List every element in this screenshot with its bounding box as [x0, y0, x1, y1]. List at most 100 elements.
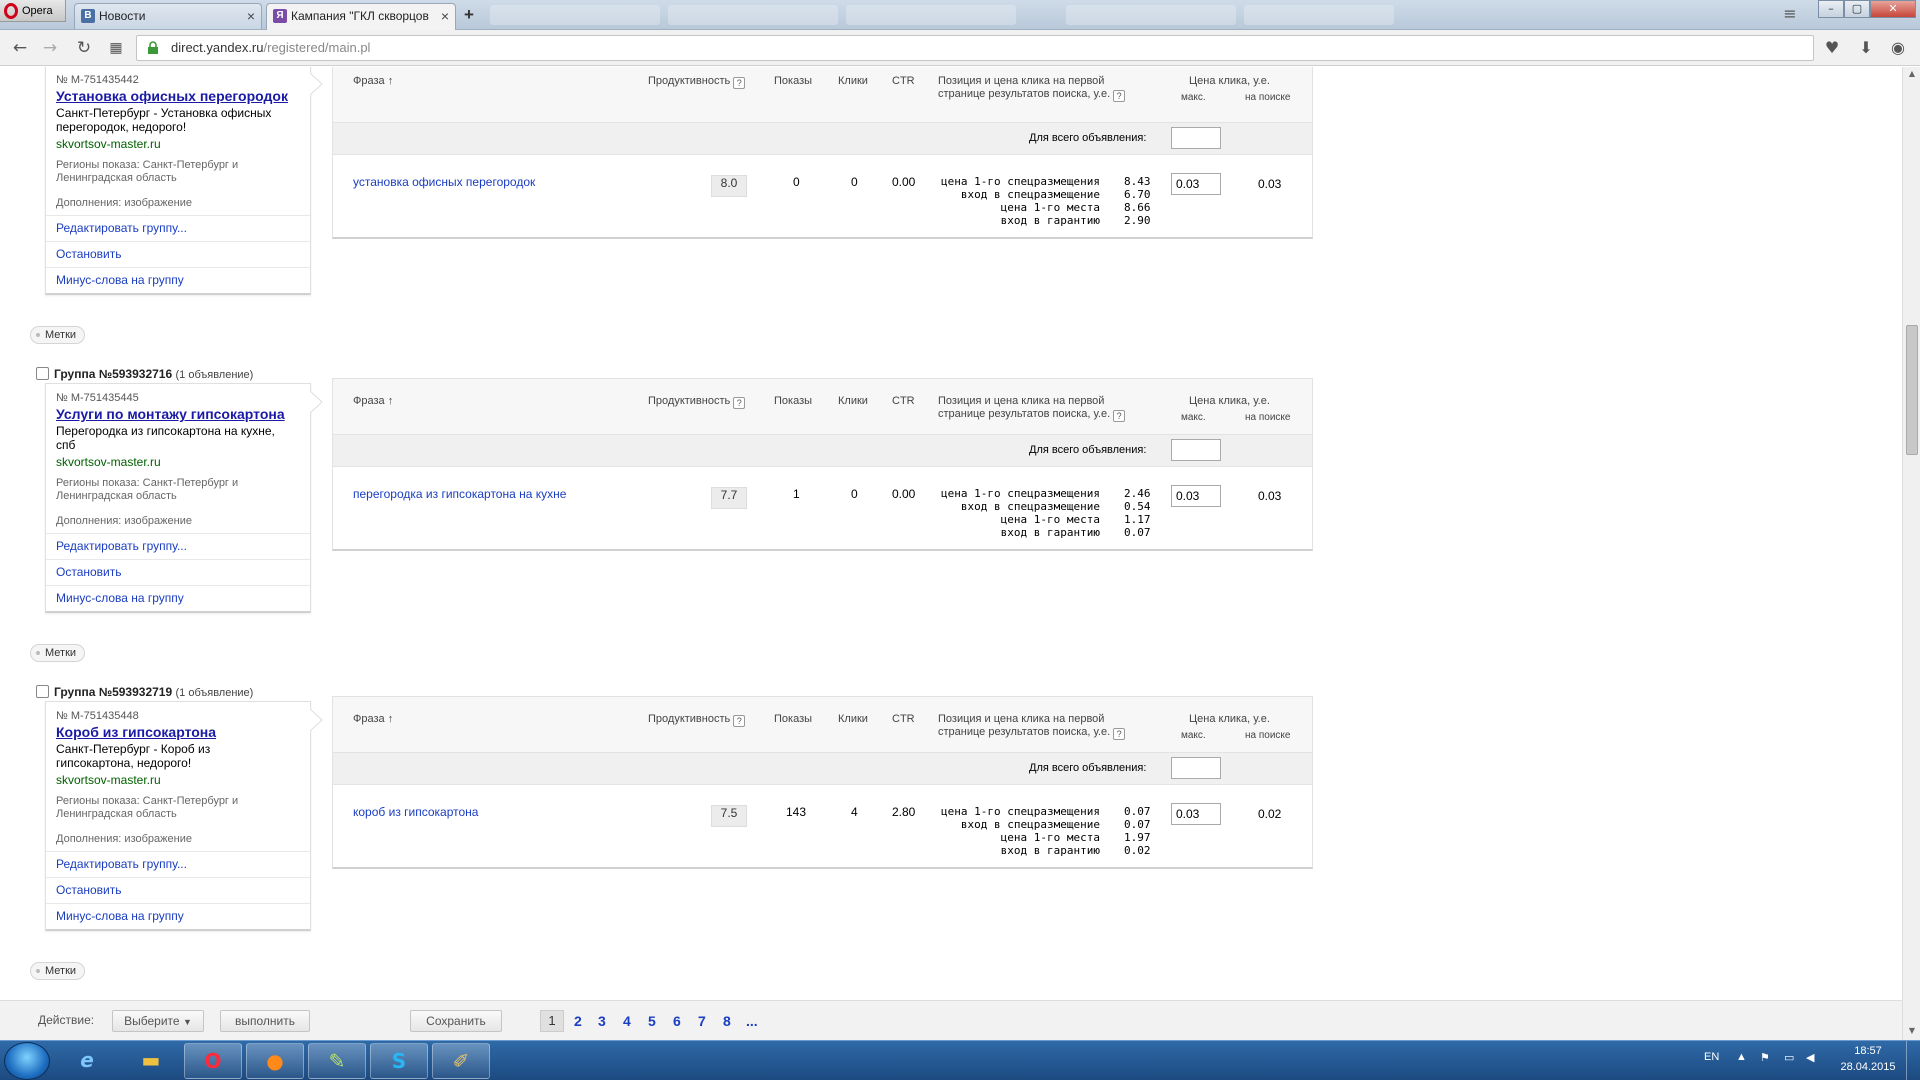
group-checkbox[interactable] [36, 685, 49, 698]
url-input[interactable]: direct.yandex.ru/registered/main.pl [136, 35, 1814, 61]
all-ads-bid-input[interactable] [1171, 757, 1221, 779]
close-window-button[interactable]: ✕ [1870, 0, 1916, 18]
speed-dial-icon[interactable]: ▦ [106, 38, 126, 58]
back-arrow-icon[interactable]: ← [10, 38, 30, 58]
download-icon[interactable]: ⬇ [1856, 38, 1876, 58]
background-tab[interactable] [1066, 5, 1236, 25]
help-icon[interactable]: ? [1113, 410, 1126, 422]
run-button[interactable]: выполнить [220, 1010, 310, 1032]
help-icon[interactable]: ? [1113, 728, 1126, 740]
edit-group-link[interactable]: Редактировать группу... [46, 215, 310, 241]
search-price-value: 0.03 [1258, 489, 1282, 503]
page-current[interactable]: 1 [540, 1010, 564, 1032]
firefox-icon[interactable]: ● [246, 1043, 304, 1079]
productivity-value: 7.7 [711, 487, 747, 509]
col-phrase[interactable]: Фраза [353, 395, 385, 407]
page-link-4[interactable]: 4 [623, 1010, 631, 1032]
col-phrase[interactable]: Фраза [353, 713, 385, 725]
bid-input[interactable]: 0.03 [1171, 485, 1221, 507]
ad-title-link[interactable]: Короб из гипсокартона [46, 722, 310, 740]
paint-icon[interactable]: ✐ [432, 1043, 490, 1079]
opera-menu-button[interactable]: Opera [0, 0, 66, 22]
sort-arrow-icon[interactable]: ↑ [388, 395, 394, 407]
opera-taskbar-icon[interactable]: O [184, 1043, 242, 1079]
maximize-button[interactable]: ▢ [1844, 0, 1870, 18]
start-button[interactable] [4, 1042, 50, 1080]
page-link-6[interactable]: 6 [673, 1010, 681, 1032]
background-tab[interactable] [490, 5, 660, 25]
tags-button[interactable]: Метки [30, 644, 86, 662]
language-indicator[interactable]: EN [1704, 1051, 1719, 1063]
tray-expand-icon[interactable]: ▲ [1736, 1051, 1747, 1063]
all-ads-bid-input[interactable] [1171, 439, 1221, 461]
background-tab[interactable] [846, 5, 1016, 25]
phrase-link[interactable]: перегородка из гипсокартона на кухне [353, 487, 566, 501]
minus-words-link[interactable]: Минус-слова на группу [46, 585, 310, 611]
position-value: 0.07 [1124, 526, 1151, 539]
productivity-value: 8.0 [711, 175, 747, 197]
tab-news[interactable]: В Новости × [74, 3, 262, 29]
page-link-7[interactable]: 7 [698, 1010, 706, 1032]
folder-icon[interactable]: ▬ [122, 1043, 180, 1079]
tab-list-icon[interactable]: ≡ [1780, 4, 1800, 24]
page-link-more[interactable]: ... [746, 1010, 758, 1032]
scroll-up-icon[interactable]: ▲ [1903, 67, 1920, 81]
edit-group-link[interactable]: Редактировать группу... [46, 533, 310, 559]
clicks-value: 4 [851, 805, 858, 819]
scrollbar-thumb[interactable] [1906, 325, 1918, 455]
help-icon[interactable]: ? [733, 397, 746, 409]
help-icon[interactable]: ? [733, 715, 746, 727]
new-tab-button[interactable]: + [458, 5, 480, 25]
show-desktop-button[interactable] [1906, 1041, 1920, 1080]
sort-arrow-icon[interactable]: ↑ [388, 713, 394, 725]
phrase-link[interactable]: установка офисных перегородок [353, 175, 535, 189]
ad-title-link[interactable]: Установка офисных перегородок [46, 86, 310, 104]
network-icon[interactable]: ▭ [1784, 1051, 1794, 1064]
forward-arrow-icon[interactable]: → [40, 38, 60, 58]
all-ads-bid-input[interactable] [1171, 127, 1221, 149]
ie-icon[interactable]: e [58, 1043, 116, 1079]
help-icon[interactable]: ? [1113, 90, 1126, 102]
minus-words-link[interactable]: Минус-слова на группу [46, 267, 310, 293]
phrase-link[interactable]: короб из гипсокартона [353, 805, 478, 819]
edit-group-link[interactable]: Редактировать группу... [46, 851, 310, 877]
tab-close-icon[interactable]: × [436, 4, 449, 28]
group-checkbox[interactable] [36, 367, 49, 380]
sort-arrow-icon[interactable]: ↑ [388, 75, 394, 87]
col-phrase[interactable]: Фраза [353, 75, 385, 87]
minimize-button[interactable]: – [1818, 0, 1844, 18]
page-scrollbar[interactable]: ▲ ▼ [1902, 67, 1920, 1040]
clock-date[interactable]: 28.04.2015 [1836, 1061, 1900, 1073]
ad-title-link[interactable]: Услуги по монтажу гипсокартона [46, 404, 310, 422]
page-link-8[interactable]: 8 [723, 1010, 731, 1032]
group-title: Группа №593932719 [54, 685, 173, 699]
save-button[interactable]: Сохранить [410, 1010, 502, 1032]
scroll-down-icon[interactable]: ▼ [1903, 1024, 1920, 1038]
minus-words-link[interactable]: Минус-слова на группу [46, 903, 310, 929]
page-link-5[interactable]: 5 [648, 1010, 656, 1032]
stop-group-link[interactable]: Остановить [46, 241, 310, 267]
page-link-3[interactable]: 3 [598, 1010, 606, 1032]
help-icon[interactable]: ? [733, 77, 746, 89]
background-tab[interactable] [1244, 5, 1394, 25]
bid-input[interactable]: 0.03 [1171, 803, 1221, 825]
tab-close-icon[interactable]: × [247, 4, 255, 28]
tags-button[interactable]: Метки [30, 962, 86, 980]
ad-regions-line: Регионы показа: Санкт-Петербург и [56, 477, 239, 489]
tab-campaign[interactable]: Я Кампания "ГКЛ скворцов × [266, 3, 456, 30]
stop-group-link[interactable]: Остановить [46, 559, 310, 585]
volume-icon[interactable]: ◀ [1806, 1051, 1814, 1064]
clock-time[interactable]: 18:57 [1838, 1045, 1898, 1057]
tags-button[interactable]: Метки [30, 326, 86, 344]
reload-icon[interactable]: ↻ [74, 38, 94, 58]
action-select[interactable]: Выберите ▼ [112, 1010, 204, 1032]
stop-group-link[interactable]: Остановить [46, 877, 310, 903]
account-icon[interactable]: ◉ [1888, 38, 1908, 58]
notepad-icon[interactable]: ✎ [308, 1043, 366, 1079]
page-link-2[interactable]: 2 [574, 1010, 582, 1032]
background-tab[interactable] [668, 5, 838, 25]
bid-input[interactable]: 0.03 [1171, 173, 1221, 195]
skype-icon[interactable]: S [370, 1043, 428, 1079]
flag-icon[interactable]: ⚑ [1760, 1051, 1770, 1064]
heart-icon[interactable]: ♥ [1822, 38, 1842, 58]
